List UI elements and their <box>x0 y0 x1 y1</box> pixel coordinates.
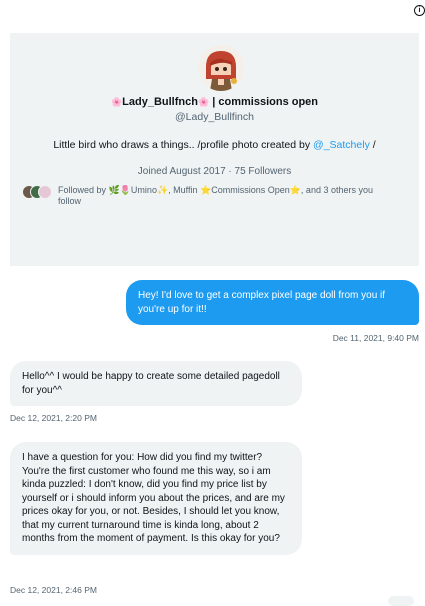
display-name-suffix: | commissions open <box>212 96 319 108</box>
message-timestamp: Dec 12, 2021, 2:46 PM <box>10 585 97 595</box>
display-name-text: Lady_Bullfnch <box>122 96 198 108</box>
message-timestamp: Dec 11, 2021, 9:40 PM <box>332 333 419 343</box>
bio-text: Little bird who draws a things.. /profil… <box>53 139 314 151</box>
profile-handle[interactable]: @Lady_Bullfinch <box>10 111 419 123</box>
profile-bio: Little bird who draws a things.. /profil… <box>10 139 419 151</box>
flower-emoji-icon: 🌸 <box>197 97 210 107</box>
message-bubble-incoming[interactable]: I have a question for you: How did you f… <box>10 442 302 555</box>
conversation-info-icon[interactable]: i <box>414 5 425 16</box>
follower-avatar <box>38 185 52 199</box>
next-message-bubble-edge <box>388 596 414 606</box>
bio-end: / <box>369 139 376 151</box>
message-bubble-incoming[interactable]: Hello^^ I would be happy to create some … <box>10 361 302 406</box>
profile-avatar[interactable] <box>198 45 244 91</box>
followed-by-text: Followed by 🌿🌷Umino✨, Muffin ⭐Commission… <box>58 185 373 206</box>
avatar-illustration <box>198 45 244 91</box>
message-bubble-outgoing[interactable]: Hey! I'd love to get a complex pixel pag… <box>126 280 419 325</box>
bio-mention-link[interactable]: @_Satchely <box>313 139 370 151</box>
profile-display-name: 🌸Lady_Bullfnch🌸 | commissions open <box>10 96 419 108</box>
profile-joined-followers: Joined August 2017 · 75 Followers <box>137 166 292 177</box>
follower-avatars <box>22 185 52 199</box>
message-timestamp: Dec 12, 2021, 2:20 PM <box>10 413 97 423</box>
flower-emoji-icon: 🌸 <box>110 97 123 107</box>
profile-card[interactable]: 🌸Lady_Bullfnch🌸 | commissions open @Lady… <box>10 33 419 266</box>
